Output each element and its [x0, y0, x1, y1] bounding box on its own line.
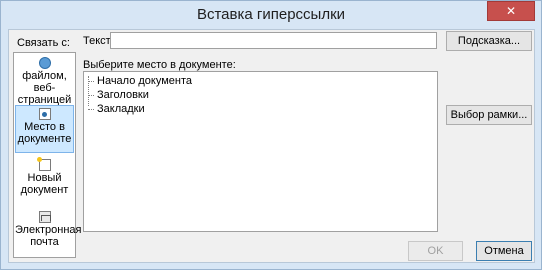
text-input[interactable]: [110, 32, 437, 49]
document-place-tree: Начало документа Заголовки Закладки: [83, 71, 438, 232]
tree-branch: [88, 109, 94, 110]
sidebar-item-label: файлом, веб-страницей: [17, 70, 72, 106]
link-to-sidebar: файлом, веб-страницей Место в документе …: [13, 52, 82, 258]
tree-item-label: Закладки: [97, 103, 145, 115]
sidebar-item-place-in-document[interactable]: Место в документе: [15, 105, 74, 153]
sidebar-item-email[interactable]: Электронная почта: [15, 209, 82, 257]
hint-button[interactable]: Подсказка...: [446, 31, 532, 51]
close-button[interactable]: ✕: [487, 1, 535, 21]
tree-branch: [88, 81, 94, 82]
select-place-label: Выберите место в документе:: [83, 59, 236, 71]
tree-branch: [88, 95, 94, 96]
select-frame-button[interactable]: Выбор рамки...: [446, 105, 532, 125]
email-icon: [38, 211, 51, 223]
cancel-button[interactable]: Отмена: [476, 241, 532, 261]
dialog-title: Вставка гиперссылки: [196, 6, 346, 23]
sidebar-item-label: Электронная почта: [15, 224, 82, 248]
hyperlink-dialog: Вставка гиперссылки ✕ Связать с: файлом,…: [0, 0, 542, 270]
tree-item-label: Начало документа: [97, 75, 193, 87]
tree-item-label: Заголовки: [97, 89, 149, 101]
sidebar-item-label: Новый документ: [20, 172, 69, 196]
sidebar-item-web-page[interactable]: файлом, веб-страницей: [15, 55, 74, 106]
title-bar: Вставка гиперссылки ✕: [1, 1, 541, 29]
sidebar-item-label: Место в документе: [17, 121, 72, 145]
sidebar-item-new-document[interactable]: Новый документ: [15, 157, 74, 205]
new-document-icon: [36, 157, 51, 171]
dialog-body: Связать с: файлом, веб-страницей Место в…: [8, 29, 535, 263]
web-page-icon: [38, 57, 51, 69]
link-to-label: Связать с:: [17, 37, 70, 49]
place-in-document-icon: [38, 108, 51, 120]
ok-button[interactable]: OK: [408, 241, 463, 261]
